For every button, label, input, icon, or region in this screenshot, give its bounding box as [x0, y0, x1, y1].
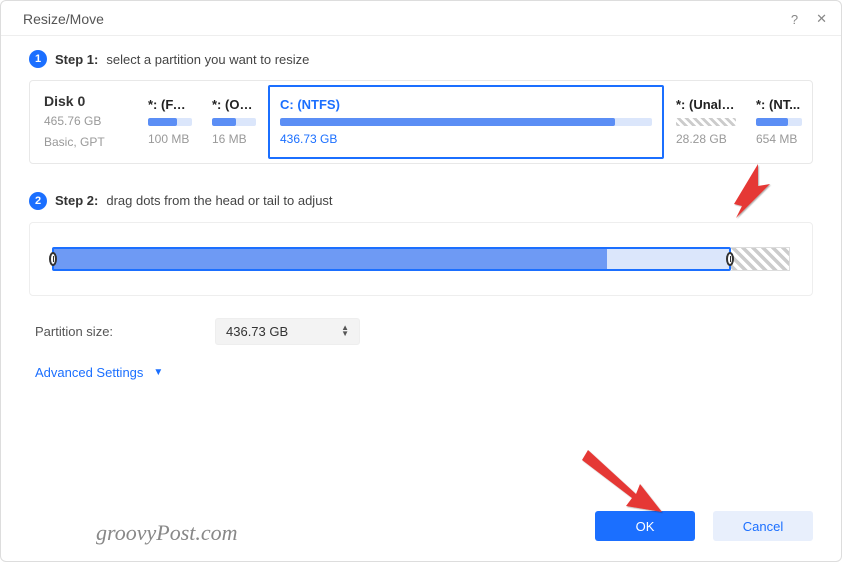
- disk-type: Basic, GPT: [44, 134, 124, 151]
- cancel-button[interactable]: Cancel: [713, 511, 813, 541]
- partition-size: 100 MB: [148, 132, 192, 146]
- watermark: groovyPost.com: [96, 520, 238, 546]
- partition-label: *: (Unallo...: [676, 97, 736, 112]
- partition-size-input[interactable]: 436.73 GB ▲ ▼: [215, 318, 360, 345]
- step2-header: 2 Step 2: drag dots from the head or tai…: [29, 192, 813, 210]
- resize-area: [29, 222, 813, 296]
- partition-label: C: (NTFS): [280, 97, 652, 112]
- partition-label: *: (Oth...: [212, 97, 256, 112]
- step1-label: Step 1:: [55, 52, 98, 67]
- resize-handle-right[interactable]: [726, 252, 734, 266]
- disk-info: Disk 0 465.76 GB Basic, GPT: [30, 81, 138, 163]
- help-icon[interactable]: ?: [791, 12, 798, 27]
- window-controls: ? ✕: [791, 11, 827, 27]
- resize-used: [54, 249, 607, 269]
- resize-unallocated: [731, 247, 790, 271]
- disk-size: 465.76 GB: [44, 113, 124, 130]
- partition-fat[interactable]: *: (FAT... 100 MB: [138, 81, 202, 163]
- resize-move-dialog: Resize/Move ? ✕ 1 Step 1: select a parti…: [0, 0, 842, 562]
- advanced-settings-label: Advanced Settings: [35, 365, 143, 380]
- partition-other[interactable]: *: (Oth... 16 MB: [202, 81, 266, 163]
- partition-size-label: Partition size:: [35, 324, 195, 339]
- step1-header: 1 Step 1: select a partition you want to…: [29, 50, 813, 68]
- partition-size: 654 MB: [756, 132, 802, 146]
- step1-text: select a partition you want to resize: [106, 52, 309, 67]
- partition-unallocated[interactable]: *: (Unallo... 28.28 GB: [666, 81, 746, 163]
- step2-label: Step 2:: [55, 193, 98, 208]
- partition-size-value: 436.73 GB: [226, 324, 288, 339]
- resize-partition[interactable]: [52, 247, 731, 271]
- partition-bar: [212, 118, 256, 126]
- window-title: Resize/Move: [23, 11, 104, 27]
- resize-handle-left[interactable]: [49, 252, 57, 266]
- resize-track: [52, 247, 790, 271]
- stepper-down-icon[interactable]: ▼: [341, 331, 349, 337]
- chevron-down-icon: ▼: [153, 367, 163, 378]
- ok-button[interactable]: OK: [595, 511, 695, 541]
- partition-label: *: (NT...: [756, 97, 802, 112]
- partition-bar: [148, 118, 192, 126]
- step2-badge: 2: [29, 192, 47, 210]
- step2-text: drag dots from the head or tail to adjus…: [106, 193, 332, 208]
- resize-free: [607, 249, 729, 269]
- partition-bar: [756, 118, 802, 126]
- partition-label: *: (FAT...: [148, 97, 192, 112]
- close-icon[interactable]: ✕: [816, 11, 827, 27]
- partition-size-row: Partition size: 436.73 GB ▲ ▼: [29, 318, 813, 345]
- partition-nt[interactable]: *: (NT... 654 MB: [746, 81, 812, 163]
- disk-box: Disk 0 465.76 GB Basic, GPT *: (FAT... 1…: [29, 80, 813, 164]
- partition-size: 436.73 GB: [280, 132, 652, 146]
- partition-bar: [280, 118, 652, 126]
- step1-badge: 1: [29, 50, 47, 68]
- partition-c-ntfs[interactable]: C: (NTFS) 436.73 GB: [268, 85, 664, 159]
- partition-size: 28.28 GB: [676, 132, 736, 146]
- disk-name: Disk 0: [44, 93, 124, 109]
- titlebar: Resize/Move ? ✕: [1, 1, 841, 36]
- size-stepper: ▲ ▼: [341, 325, 349, 337]
- advanced-settings-toggle[interactable]: Advanced Settings ▼: [29, 365, 813, 380]
- partition-bar: [676, 118, 736, 126]
- partition-size: 16 MB: [212, 132, 256, 146]
- dialog-content: 1 Step 1: select a partition you want to…: [1, 36, 841, 493]
